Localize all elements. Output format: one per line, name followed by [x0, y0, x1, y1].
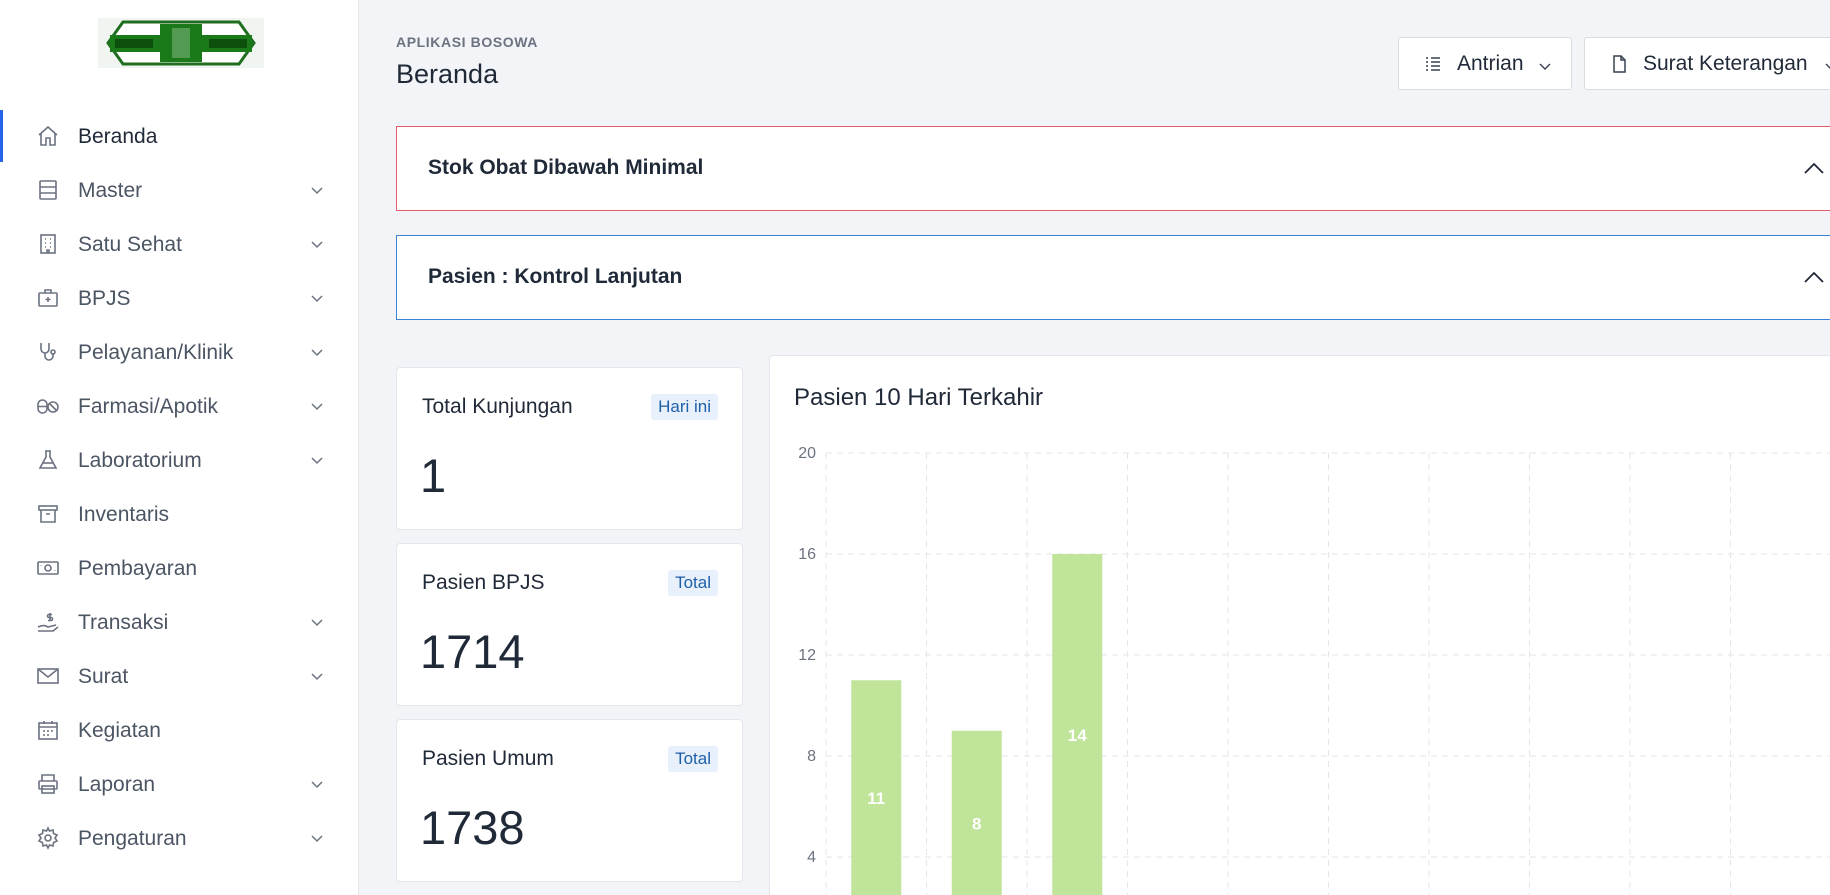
sidebar-item-label: Beranda	[78, 125, 158, 148]
bar-data-label: 14	[1068, 726, 1087, 745]
sidebar-item-transaksi[interactable]: Transaksi	[0, 595, 358, 649]
sidebar-item-laporan[interactable]: Laporan	[0, 757, 358, 811]
cash-icon	[36, 556, 60, 580]
stat-badge: Total	[668, 570, 718, 596]
sidebar-item-pembayaran[interactable]: Pembayaran	[0, 541, 358, 595]
chevron-down-icon	[310, 345, 324, 359]
printer-icon	[36, 772, 60, 796]
calendar-icon	[36, 718, 60, 742]
sidebar-item-label: Master	[78, 179, 143, 202]
stat-label: Total Kunjungan	[422, 395, 573, 418]
stat-badge: Total	[668, 746, 718, 772]
chevron-down-icon	[310, 183, 324, 197]
chevron-up-icon[interactable]	[1803, 158, 1825, 180]
main-content: APLIKASI BOSOWA Beranda Antrian Surat Ke…	[396, 0, 1830, 895]
sidebar-item-inventaris[interactable]: Inventaris	[0, 487, 358, 541]
stat-badge: Hari ini	[651, 394, 718, 420]
stok-obat-panel[interactable]: Stok Obat Dibawah Minimal	[396, 126, 1830, 211]
sidebar-item-beranda[interactable]: Beranda	[0, 109, 358, 163]
bar-data-label: 11	[867, 789, 885, 808]
list-icon	[1423, 54, 1443, 74]
mail-icon	[36, 664, 60, 688]
sidebar-item-kegiatan[interactable]: Kegiatan	[0, 703, 358, 757]
medical-kit-icon	[36, 286, 60, 310]
document-icon	[1609, 54, 1629, 74]
sidebar-item-label: Kegiatan	[78, 719, 161, 742]
y-tick-label: 8	[807, 748, 816, 765]
sidebar-item-label: Transaksi	[78, 611, 169, 634]
sidebar-item-master[interactable]: Master	[0, 163, 358, 217]
stat-card-pasien-bpjs: Pasien BPJS Total 1714	[396, 543, 743, 706]
sidebar-item-label: Pembayaran	[78, 557, 198, 580]
database-icon	[36, 178, 60, 202]
sidebar-nav: Beranda Master Satu Sehat BPJS Pelayanan…	[0, 109, 358, 865]
sidebar-item-farmasi-apotik[interactable]: Farmasi/Apotik	[0, 379, 358, 433]
chevron-down-icon	[310, 291, 324, 305]
chart-bar	[951, 730, 1002, 895]
chevron-down-icon	[310, 831, 324, 845]
sidebar-item-pelayanan-klinik[interactable]: Pelayanan/Klinik	[0, 325, 358, 379]
sidebar-item-label: Farmasi/Apotik	[78, 395, 219, 418]
sidebar-item-label: Laporan	[78, 773, 156, 796]
chevron-down-icon	[310, 615, 324, 629]
chevron-up-icon[interactable]	[1803, 267, 1825, 289]
sidebar-item-label: BPJS	[78, 287, 131, 310]
home-icon	[36, 124, 60, 148]
sidebar: Beranda Master Satu Sehat BPJS Pelayanan…	[0, 0, 359, 895]
gear-icon	[36, 826, 60, 850]
page-title: Beranda	[396, 59, 499, 89]
chevron-down-icon	[310, 777, 324, 791]
antrian-dropdown-button[interactable]: Antrian	[1398, 37, 1572, 90]
stat-label: Pasien BPJS	[422, 571, 545, 594]
y-tick-label: 4	[807, 849, 816, 866]
app-name: APLIKASI BOSOWA	[396, 34, 539, 50]
chart-card: Pasien 10 Hari Terkahir 20 16 12 8 4 11 8 14	[769, 355, 1830, 895]
bar-data-label: 8	[972, 814, 981, 833]
stat-value: 1	[420, 449, 447, 502]
stat-label: Pasien Umum	[422, 747, 554, 770]
bar-chart: 20 16 12 8 4 11 8 14	[798, 445, 1830, 895]
sidebar-item-label: Surat	[78, 665, 129, 688]
sidebar-item-label: Inventaris	[78, 503, 170, 526]
surat-keterangan-label: Surat Keterangan	[1643, 52, 1808, 75]
chevron-down-icon	[310, 669, 324, 683]
chart-bar	[851, 680, 902, 895]
surat-keterangan-dropdown-button[interactable]: Surat Keterangan	[1584, 37, 1830, 90]
chevron-down-icon	[310, 453, 324, 467]
chevron-down-icon	[310, 237, 324, 251]
kontrol-lanjutan-panel[interactable]: Pasien : Kontrol Lanjutan	[396, 235, 1830, 320]
sidebar-item-label: Laboratorium	[78, 449, 202, 472]
chevron-down-icon	[1539, 60, 1551, 72]
sidebar-item-satu-sehat[interactable]: Satu Sehat	[0, 217, 358, 271]
chart-bar	[1052, 554, 1103, 895]
pills-icon	[36, 394, 60, 418]
sidebar-item-laboratorium[interactable]: Laboratorium	[0, 433, 358, 487]
y-tick-label: 20	[798, 445, 816, 462]
sidebar-item-label: Pelayanan/Klinik	[78, 341, 234, 364]
chevron-down-icon	[1825, 60, 1830, 72]
clinic-logo	[98, 18, 264, 68]
building-icon	[36, 232, 60, 256]
stat-value: 1714	[420, 625, 525, 678]
sidebar-item-bpjs[interactable]: BPJS	[0, 271, 358, 325]
stat-value: 1738	[420, 801, 525, 854]
stat-card-pasien-umum: Pasien Umum Total 1738	[396, 719, 743, 882]
stok-obat-title: Stok Obat Dibawah Minimal	[428, 156, 704, 179]
sidebar-item-pengaturan[interactable]: Pengaturan	[0, 811, 358, 865]
flask-icon	[36, 448, 60, 472]
kontrol-lanjutan-title: Pasien : Kontrol Lanjutan	[428, 265, 683, 288]
y-tick-label: 16	[798, 546, 816, 563]
y-tick-label: 12	[798, 647, 816, 664]
chevron-down-icon	[310, 399, 324, 413]
sidebar-item-label: Pengaturan	[78, 827, 187, 850]
stat-card-total-kunjungan: Total Kunjungan Hari ini 1	[396, 367, 743, 530]
archive-icon	[36, 502, 60, 526]
stethoscope-icon	[36, 340, 60, 364]
sidebar-item-label: Satu Sehat	[78, 233, 182, 256]
hand-coin-icon	[36, 610, 60, 634]
sidebar-item-surat[interactable]: Surat	[0, 649, 358, 703]
antrian-label: Antrian	[1457, 52, 1524, 75]
